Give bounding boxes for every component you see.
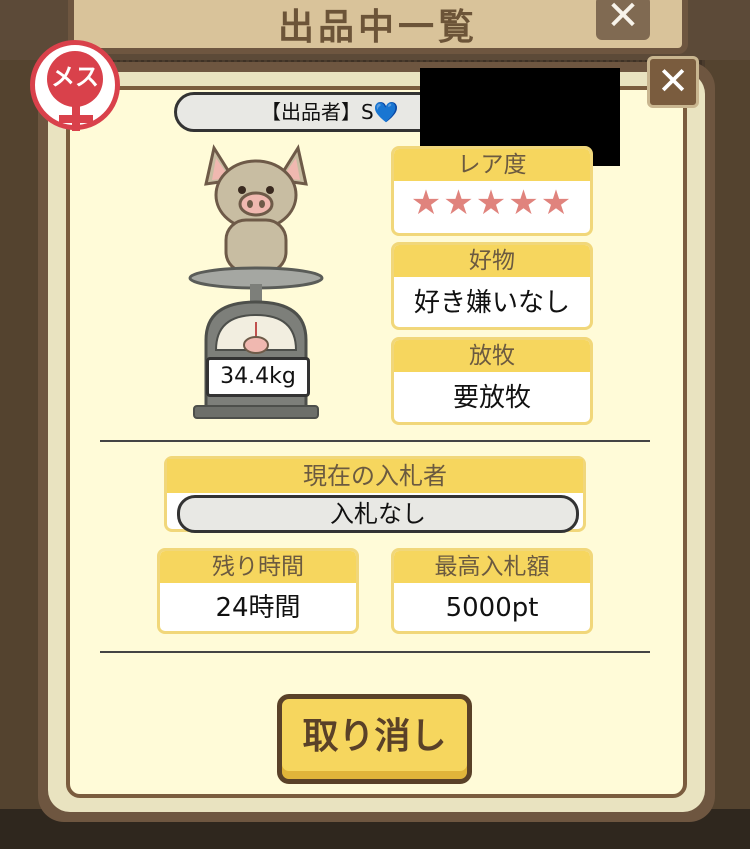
- current-bidder-label: 現在の入札者: [167, 459, 583, 493]
- time-left-value: 24時間: [215, 593, 301, 623]
- female-badge: メス: [30, 40, 120, 131]
- seller-name: 【出品者】S💙: [174, 92, 454, 132]
- close-button[interactable]: ✕: [647, 56, 699, 108]
- favorite-food-box: 好物 好き嫌いなし: [391, 242, 593, 330]
- pig-nostril-left: [247, 200, 253, 208]
- background-title-plate: 出品中一覧: [68, 0, 688, 54]
- rarity-box: レア度 ★★★★★: [391, 146, 593, 236]
- pig-snout: [238, 191, 274, 217]
- pig-nostril-right: [259, 200, 265, 208]
- female-symbol-bar: [59, 115, 93, 123]
- scale-pig-mark: [243, 336, 269, 354]
- max-bid-value: 5000pt: [445, 593, 539, 623]
- gender-label: メス: [51, 63, 99, 91]
- divider-bottom: [100, 651, 650, 653]
- background-close-icon: ✕: [596, 0, 650, 40]
- current-bidder-value: 入札なし: [177, 495, 579, 533]
- time-left-box: 残り時間 24時間: [157, 548, 359, 634]
- grazing-box: 放牧 要放牧: [391, 337, 593, 425]
- divider-top: [100, 440, 650, 442]
- grazing-label: 放牧: [394, 340, 590, 372]
- pig-body: [224, 218, 288, 274]
- max-bid-box: 最高入札額 5000pt: [391, 548, 593, 634]
- time-left-label: 残り時間: [160, 551, 356, 583]
- current-bidder-box: 現在の入札者 入札なし: [164, 456, 586, 533]
- favorite-food-label: 好物: [394, 245, 590, 277]
- background-title: 出品中一覧: [277, 7, 478, 48]
- auction-detail-modal: [66, 86, 687, 798]
- seller-label: 【出品者】S💙: [261, 100, 399, 124]
- grazing-value: 要放牧: [452, 383, 531, 413]
- cancel-listing-button[interactable]: 取り消し: [277, 694, 472, 784]
- pig-right-eye: [266, 186, 274, 194]
- rarity-label: レア度: [394, 149, 590, 181]
- pig-left-eye: [238, 186, 246, 194]
- scale-base: [193, 405, 319, 419]
- favorite-food-value: 好き嫌いなし: [413, 288, 570, 318]
- rarity-stars: ★★★★★: [410, 183, 574, 223]
- max-bid-label: 最高入札額: [394, 551, 590, 583]
- weight-value: 34.4kg: [206, 357, 310, 397]
